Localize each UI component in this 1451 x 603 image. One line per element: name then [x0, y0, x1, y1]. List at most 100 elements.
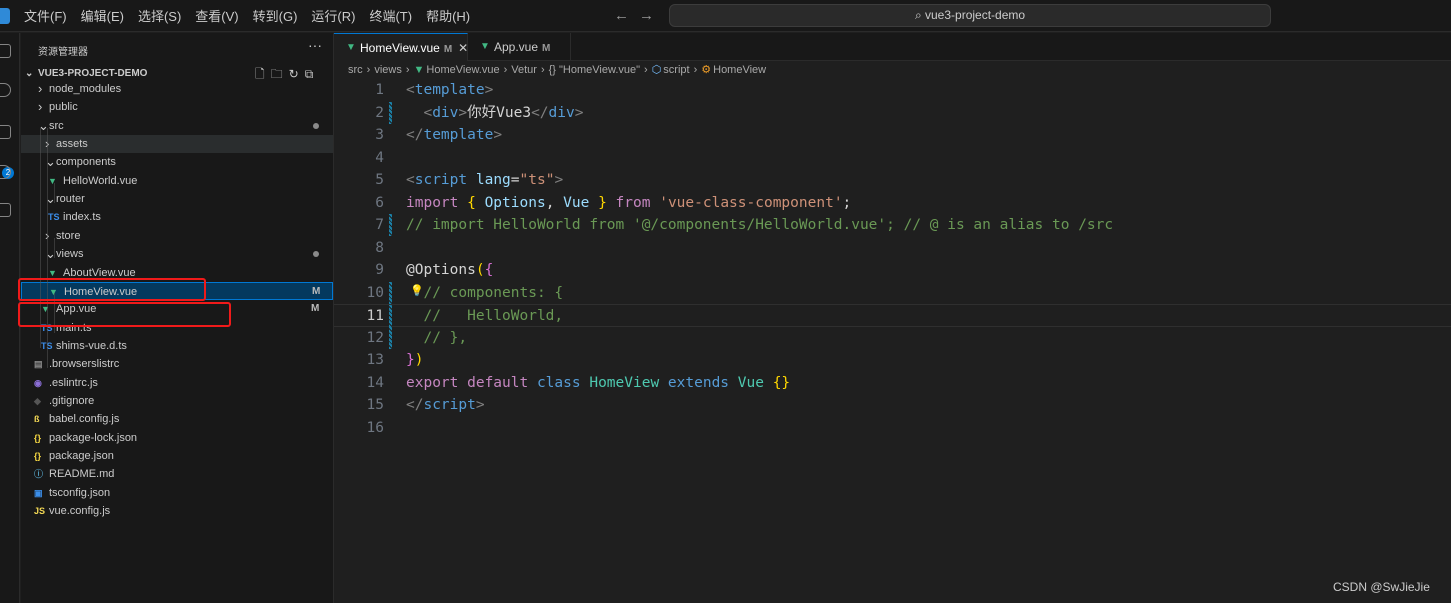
breadcrumb-item[interactable]: Vetur	[511, 64, 537, 76]
code-line[interactable]: 16	[334, 417, 1451, 440]
tree-item[interactable]: {} package-lock.json	[21, 429, 333, 447]
tree-item[interactable]: {} package.json	[21, 447, 333, 465]
tab-homeview-vue[interactable]: ▼ HomeView.vue M ✕	[334, 33, 468, 61]
tree-item-label: babel.config.js	[49, 413, 120, 426]
code-token: @Options	[406, 262, 476, 278]
code-token: "ts"	[519, 172, 555, 188]
search-view-icon[interactable]	[0, 83, 11, 97]
highlight-box-app	[18, 302, 231, 327]
code-line[interactable]: 5 <script lang="ts">	[334, 169, 1451, 192]
menu-item[interactable]: 终端(T)	[369, 6, 412, 25]
breadcrumb-item[interactable]: views	[374, 64, 402, 76]
tree-item[interactable]: TSshims-vue.d.ts	[21, 337, 333, 355]
menu-item[interactable]: 运行(R)	[311, 6, 355, 25]
tree-item[interactable]: ß babel.config.js	[21, 410, 333, 428]
collapse-all-icon[interactable]: ⧉	[305, 67, 320, 81]
forward-icon[interactable]: →	[639, 7, 664, 24]
code-token: template	[414, 82, 485, 98]
code-line[interactable]: 7 // import HelloWorld from '@/components…	[334, 214, 1451, 237]
back-icon[interactable]: ←	[614, 7, 639, 24]
vue-file-icon: ▼	[346, 42, 356, 53]
breadcrumb-item[interactable]: script	[663, 64, 689, 76]
tree-item[interactable]: ›store	[21, 227, 333, 245]
modified-line-gutter-marker	[389, 305, 392, 327]
breadcrumb-item[interactable]: HomeView.vue	[426, 64, 499, 76]
menu-item[interactable]: 帮助(H)	[426, 6, 470, 25]
tree-item[interactable]: ▼ HelloWorld.vue	[21, 172, 333, 190]
tree-item[interactable]: JS vue.config.js	[21, 502, 333, 520]
close-tab-icon[interactable]: ✕	[458, 41, 468, 55]
code-line[interactable]: 2 <div>你好Vue3</div>	[334, 101, 1451, 125]
source-control-icon[interactable]	[0, 125, 11, 139]
tab-app-vue[interactable]: ▼ App.vue M	[468, 33, 571, 61]
code-line[interactable]: 9 @Options({	[334, 259, 1451, 282]
tree-item[interactable]: ›assets	[21, 135, 333, 154]
indent-guide	[54, 238, 55, 258]
vue-file-icon: ▼	[480, 41, 490, 52]
code-line[interactable]: 8	[334, 237, 1451, 260]
code-token: )	[414, 352, 424, 368]
code-line[interactable]: 15 </script>	[334, 394, 1451, 417]
tree-item[interactable]: ⓘ README.md	[21, 465, 333, 483]
breadcrumb-item[interactable]: HomeView	[713, 64, 766, 76]
menu-item[interactable]: 查看(V)	[195, 6, 238, 25]
breadcrumb-item[interactable]: {} "HomeView.vue"	[549, 64, 640, 76]
refresh-icon[interactable]: ↻	[289, 67, 305, 81]
line-number: 9	[375, 262, 384, 278]
more-actions-icon[interactable]: ···	[308, 37, 322, 53]
tree-item[interactable]: ◆ .gitignore	[21, 392, 333, 410]
breadcrumb-separator-icon: ›	[405, 64, 410, 76]
tree-item[interactable]: › public	[21, 98, 333, 116]
code-line[interactable]: 13})	[334, 349, 1451, 372]
breadcrumb-item[interactable]: src	[348, 64, 363, 76]
code-token: ;	[842, 194, 852, 211]
tree-item[interactable]: ⌄ router	[21, 190, 333, 208]
tree-item-label: README.md	[49, 468, 115, 481]
menu-item[interactable]: 转到(G)	[253, 6, 298, 25]
tree-item[interactable]: ⌄ src	[21, 117, 333, 135]
new-file-icon[interactable]: 🗋	[255, 67, 271, 81]
tree-item-label: components	[56, 156, 116, 169]
tree-item[interactable]: ⌄ components	[21, 153, 333, 171]
code-text: <template>	[406, 79, 493, 102]
code-token: 'vue-class-component'	[659, 194, 843, 211]
command-center-search[interactable]: ⌕ vue3-project-demo	[669, 4, 1271, 27]
info-icon: ⓘ	[34, 469, 44, 480]
code-line[interactable]: 14 export default class HomeView extends …	[334, 372, 1451, 395]
code-token: div	[548, 104, 575, 121]
eslint-icon: ◉	[34, 377, 42, 388]
code-line[interactable]: 3 </template>	[334, 124, 1451, 147]
tree-item-label: vue.config.js	[49, 505, 111, 518]
code-line[interactable]: 12 // },	[334, 326, 1451, 350]
menu-item[interactable]: 选择(S)	[138, 6, 181, 25]
explorer-icon[interactable]	[0, 44, 11, 58]
file-icon: ▤	[34, 359, 43, 370]
code-token: </	[406, 397, 424, 413]
new-folder-icon[interactable]: 🗀	[271, 67, 289, 81]
extensions-icon[interactable]	[0, 203, 11, 217]
tree-item-label: router	[56, 193, 85, 206]
tree-item[interactable]: ▣ tsconfig.json	[21, 484, 333, 502]
menu-item[interactable]: 文件(F)	[24, 6, 67, 25]
code-line[interactable]: 10 // components: {	[334, 281, 1451, 305]
tree-item[interactable]: ◉ .eslintrc.js	[21, 374, 333, 392]
code-text: <div>你好Vue3</div>	[406, 102, 583, 125]
nav-arrows[interactable]: ←→	[614, 7, 664, 24]
tree-item[interactable]: ⌄ views	[21, 245, 333, 263]
tree-item[interactable]: ▤ .browserslistrc	[21, 355, 333, 373]
tree-item[interactable]: TS index.ts	[21, 208, 333, 226]
code-line[interactable]: 4	[334, 147, 1451, 170]
code-line[interactable]: 1 <template>	[334, 79, 1451, 102]
code-text: // import HelloWorld from '@/components/…	[406, 214, 1113, 237]
tree-item-label: tsconfig.json	[49, 486, 111, 499]
tree-item[interactable]: › node_modules	[21, 80, 333, 98]
code-token: 你好Vue3	[467, 104, 532, 121]
tree-item-label: src	[49, 119, 64, 132]
lightbulb-icon[interactable]: 💡	[410, 284, 424, 297]
menu-item[interactable]: 编辑(E)	[81, 6, 124, 25]
code-line[interactable]: 6 import { Options, Vue } from 'vue-class…	[334, 192, 1451, 215]
code-token: import	[406, 194, 468, 211]
tab-label: HomeView.vue	[360, 41, 440, 55]
code-line[interactable]: 11 // HelloWorld,	[334, 304, 1451, 327]
